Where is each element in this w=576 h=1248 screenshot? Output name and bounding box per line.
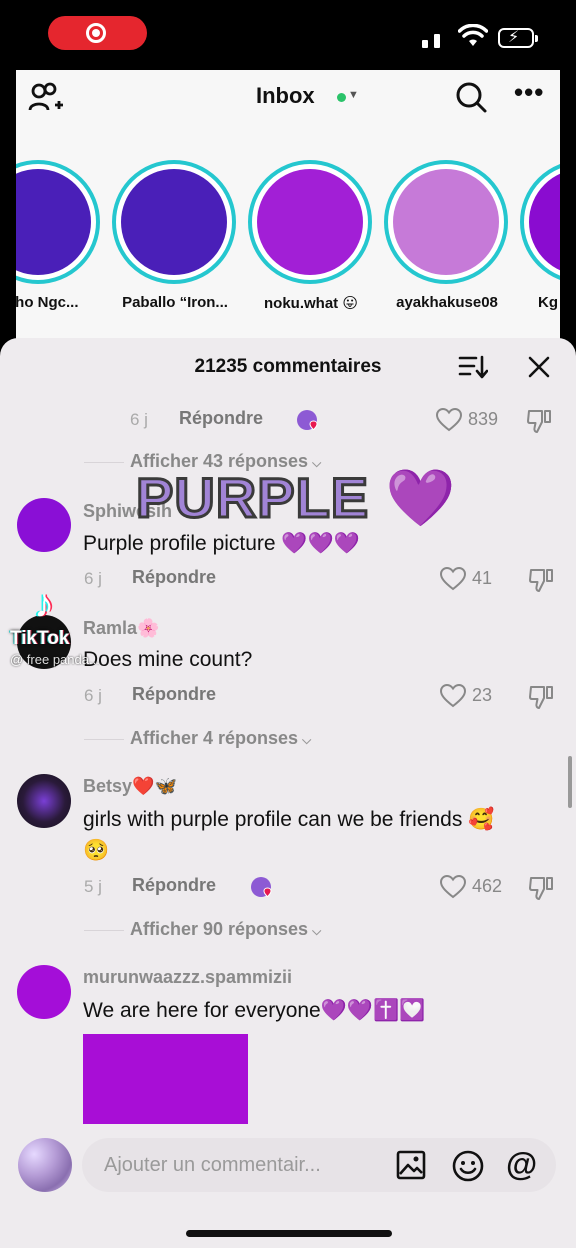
- search-icon[interactable]: [454, 80, 488, 114]
- video-caption-overlay: PURPLE 💜: [134, 465, 457, 531]
- comment-input-bar: Ajouter un commentair... @: [0, 1128, 576, 1208]
- chevron-down-icon: ⌵: [312, 924, 322, 938]
- story-ring: [384, 160, 508, 284]
- creator-liked-badge: [251, 877, 272, 898]
- story-avatar: [529, 169, 560, 275]
- story-avatar: [16, 169, 91, 275]
- heart-icon: [440, 875, 466, 899]
- story-avatar: [121, 169, 227, 275]
- story-ring: [112, 160, 236, 284]
- wifi-icon: [458, 24, 488, 46]
- creator-liked-badge: [297, 410, 318, 431]
- dislike-icon[interactable]: [528, 875, 554, 901]
- comment-meta-row: 6 j Répondre 23: [0, 684, 576, 710]
- scrollbar[interactable]: [568, 756, 572, 808]
- reply-button[interactable]: Répondre: [132, 875, 216, 896]
- close-icon[interactable]: [526, 354, 552, 380]
- heart-icon: [440, 684, 466, 708]
- show-replies-label: Afficher 90 réponses: [130, 919, 309, 939]
- comment-username[interactable]: murunwaazzz.spammizii: [83, 967, 292, 988]
- comment-meta-row: 5 j Répondre 462: [0, 875, 576, 901]
- divider: [84, 462, 124, 463]
- watermark-handle: @ free panda...: [10, 652, 100, 667]
- comment-meta-row: 6 j Répondre 839: [0, 408, 576, 434]
- chevron-down-icon: ⌵: [302, 733, 312, 747]
- avatar[interactable]: [18, 1138, 72, 1192]
- tiktok-logo-icon: ♪: [34, 582, 54, 626]
- online-status-dot: [337, 93, 346, 102]
- recording-indicator[interactable]: [48, 16, 147, 50]
- story-name: Kg: [538, 294, 558, 311]
- story-name: Paballo “Iron...: [122, 294, 228, 311]
- comment-time: 6 j: [84, 686, 102, 705]
- heart-icon: [436, 408, 462, 432]
- emoji-icon[interactable]: [452, 1150, 484, 1182]
- show-replies-button[interactable]: Afficher 4 réponses ⌵: [130, 728, 311, 749]
- comment-time: 5 j: [84, 877, 102, 896]
- reply-button[interactable]: Répondre: [132, 567, 216, 588]
- comment-text: Purple profile picture 💜💜💜: [83, 532, 360, 555]
- watermark-brand: TikTok: [10, 628, 70, 649]
- like-count: 23: [472, 685, 493, 705]
- sort-icon[interactable]: [458, 354, 488, 380]
- avatar[interactable]: [17, 498, 71, 552]
- inbox-screen: Inbox ▼ ••• pho Ngc... Paballo “Iron... …: [16, 70, 560, 345]
- stories-row: pho Ngc... Paballo “Iron... noku.what 😛 …: [16, 160, 560, 320]
- battery-charging-icon: ⚡: [498, 28, 538, 48]
- dislike-icon[interactable]: [528, 684, 554, 710]
- dislike-icon[interactable]: [526, 408, 552, 434]
- story-name: pho Ngc...: [16, 294, 79, 311]
- show-replies-label: Afficher 4 réponses: [130, 728, 299, 748]
- recording-icon: [86, 23, 106, 43]
- story-name: ayakhakuse08: [396, 294, 498, 311]
- heart-icon: [440, 567, 466, 591]
- signal-icon: [422, 40, 428, 48]
- like-count: 839: [468, 409, 499, 429]
- comment-time: 6 j: [130, 410, 148, 429]
- status-bar: ⚡: [0, 0, 576, 66]
- show-replies-button[interactable]: Afficher 90 réponses ⌵: [130, 919, 321, 940]
- story-name: noku.what 😛: [264, 295, 358, 312]
- image-icon[interactable]: [396, 1150, 426, 1180]
- inbox-header: Inbox ▼ •••: [16, 70, 560, 126]
- comment-text: girls with purple profile can we be frie…: [83, 804, 563, 866]
- comment-input[interactable]: Ajouter un commentair... @: [82, 1138, 556, 1192]
- like-count: 41: [472, 568, 493, 588]
- story-ring: [248, 160, 372, 284]
- tiktok-watermark: ♪ TikTok @ free panda...: [10, 582, 120, 672]
- add-friend-icon[interactable]: [28, 82, 64, 114]
- sheet-header: 21235 commentaires: [0, 338, 576, 396]
- comment-text: We are here for everyone💜💜✝️💟: [83, 999, 426, 1022]
- divider: [84, 930, 124, 931]
- chevron-down-icon[interactable]: ▼: [348, 89, 359, 101]
- signal-bar-icon: [434, 34, 440, 48]
- inbox-title[interactable]: Inbox: [256, 83, 315, 109]
- comment-image-attachment[interactable]: [83, 1034, 248, 1124]
- divider: [84, 739, 124, 740]
- dislike-icon[interactable]: [528, 567, 554, 593]
- story-ring: [16, 160, 100, 284]
- story-ring: [520, 160, 560, 284]
- mention-icon[interactable]: @: [506, 1146, 537, 1183]
- avatar[interactable]: [17, 965, 71, 1019]
- comment-username[interactable]: Betsy❤️🦋: [83, 776, 177, 797]
- reply-button[interactable]: Répondre: [179, 408, 263, 429]
- home-indicator: [186, 1230, 392, 1237]
- like-count: 462: [472, 876, 503, 896]
- comment-text-line: girls with purple profile can we be frie…: [83, 808, 495, 831]
- more-icon[interactable]: •••: [514, 79, 544, 105]
- avatar[interactable]: [17, 774, 71, 828]
- comment-text-line: 🥺: [83, 839, 110, 862]
- story-avatar: [257, 169, 363, 275]
- story-avatar: [393, 169, 499, 275]
- comments-count: 21235 commentaires: [194, 356, 382, 377]
- comment-placeholder: Ajouter un commentair...: [104, 1154, 321, 1176]
- reply-button[interactable]: Répondre: [132, 684, 216, 705]
